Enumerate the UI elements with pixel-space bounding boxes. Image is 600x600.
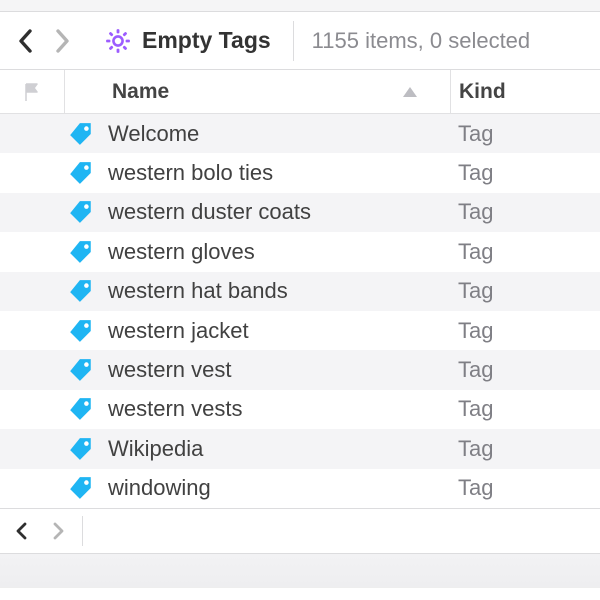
row-icon-cell — [0, 357, 104, 383]
window-top-edge — [0, 0, 600, 12]
chevron-left-icon — [17, 28, 35, 54]
tag-icon — [68, 199, 94, 225]
path-separator — [82, 516, 83, 546]
table-row[interactable]: WelcomeTag — [0, 114, 600, 153]
table-row[interactable]: western duster coatsTag — [0, 193, 600, 232]
row-name: western vests — [104, 396, 450, 422]
path-bar — [0, 509, 600, 553]
chevron-right-icon — [51, 521, 65, 541]
toolbar-separator — [293, 21, 294, 61]
row-name: Wikipedia — [104, 436, 450, 462]
table-row[interactable]: western vestTag — [0, 350, 600, 389]
row-icon-cell — [0, 121, 104, 147]
chevron-left-icon — [15, 521, 29, 541]
tag-icon — [68, 318, 94, 344]
row-kind: Tag — [450, 160, 600, 186]
row-kind: Tag — [450, 239, 600, 265]
row-kind: Tag — [450, 318, 600, 344]
row-kind: Tag — [450, 199, 600, 225]
table-row[interactable]: western hat bandsTag — [0, 272, 600, 311]
row-kind: Tag — [450, 278, 600, 304]
row-name: western duster coats — [104, 199, 450, 225]
table-row[interactable]: windowingTag — [0, 469, 600, 508]
row-kind: Tag — [450, 396, 600, 422]
row-icon-cell — [0, 475, 104, 501]
row-name: western hat bands — [104, 278, 450, 304]
path-back-button[interactable] — [4, 513, 40, 549]
gear-icon — [105, 28, 131, 54]
table-row[interactable]: WikipediaTag — [0, 429, 600, 468]
row-icon-cell — [0, 278, 104, 304]
sort-indicator[interactable] — [390, 70, 430, 113]
sort-ascending-icon — [402, 86, 418, 98]
kind-column-header[interactable]: Kind — [450, 70, 600, 113]
tag-icon — [68, 475, 94, 501]
column-spacer — [64, 70, 104, 113]
row-icon-cell — [0, 318, 104, 344]
tag-icon — [68, 436, 94, 462]
gear-icon-wrap — [98, 21, 138, 61]
column-header-row: Name Kind — [0, 70, 600, 114]
row-kind: Tag — [450, 357, 600, 383]
row-icon-cell — [0, 436, 104, 462]
back-button[interactable] — [8, 23, 44, 59]
table-row[interactable]: western jacketTag — [0, 311, 600, 350]
row-name: western vest — [104, 357, 450, 383]
table-row[interactable]: western glovesTag — [0, 232, 600, 271]
path-forward-button[interactable] — [40, 513, 76, 549]
row-icon-cell — [0, 239, 104, 265]
tag-icon — [68, 160, 94, 186]
flag-column-header[interactable] — [0, 70, 64, 113]
table-row[interactable]: western bolo tiesTag — [0, 153, 600, 192]
bottom-strip — [0, 553, 600, 587]
forward-button[interactable] — [44, 23, 80, 59]
page-title: Empty Tags — [142, 27, 293, 54]
row-icon-cell — [0, 160, 104, 186]
tag-icon — [68, 278, 94, 304]
table-row[interactable]: western vestsTag — [0, 390, 600, 429]
status-text: 1155 items, 0 selected — [312, 28, 531, 54]
toolbar: Empty Tags 1155 items, 0 selected — [0, 12, 600, 70]
row-name: western gloves — [104, 239, 450, 265]
chevron-right-icon — [53, 28, 71, 54]
row-name: windowing — [104, 475, 450, 501]
row-icon-cell — [0, 199, 104, 225]
tag-icon — [68, 396, 94, 422]
bottom-white — [0, 587, 600, 600]
flag-icon — [23, 82, 41, 102]
name-column-header[interactable]: Name — [104, 80, 390, 104]
row-kind: Tag — [450, 436, 600, 462]
row-icon-cell — [0, 396, 104, 422]
row-name: Welcome — [104, 121, 450, 147]
tag-icon — [68, 121, 94, 147]
row-name: western jacket — [104, 318, 450, 344]
bottom-area — [0, 508, 600, 600]
row-name: western bolo ties — [104, 160, 450, 186]
tag-list: WelcomeTagwestern bolo tiesTagwestern du… — [0, 114, 600, 508]
row-kind: Tag — [450, 475, 600, 501]
tag-icon — [68, 239, 94, 265]
tag-icon — [68, 357, 94, 383]
row-kind: Tag — [450, 121, 600, 147]
